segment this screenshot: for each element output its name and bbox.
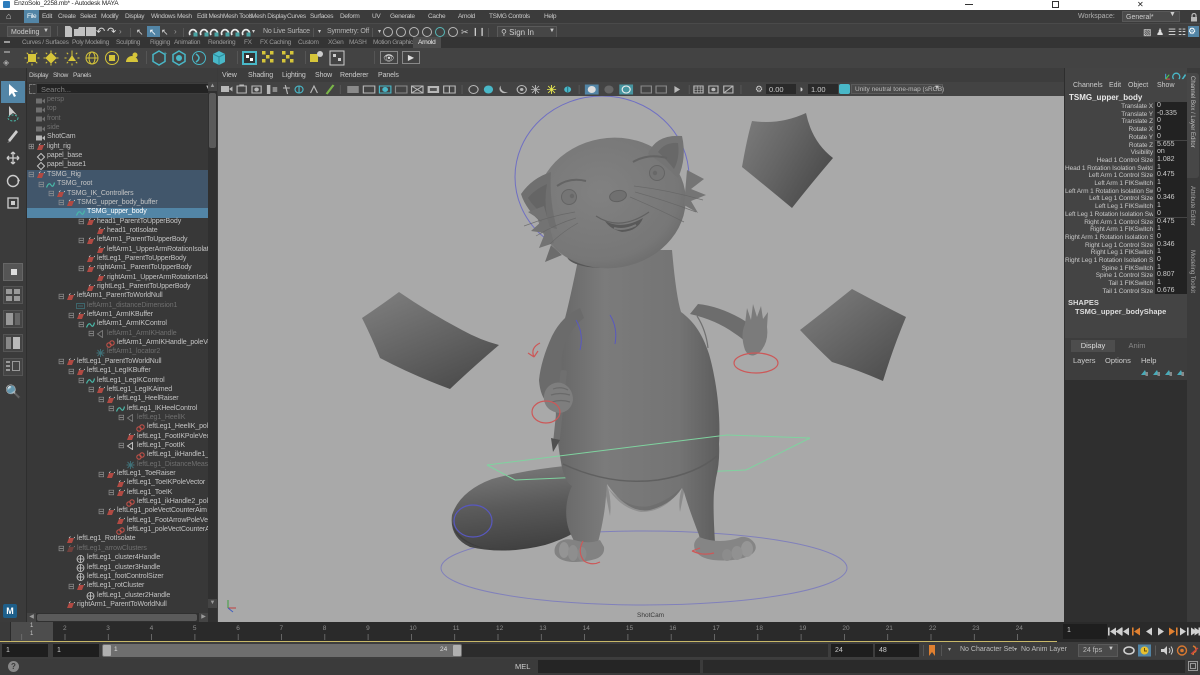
svg-text:23: 23 [972, 625, 980, 632]
svg-text:19: 19 [799, 625, 807, 632]
svg-text:15: 15 [626, 625, 634, 632]
svg-text:24: 24 [1016, 625, 1024, 632]
svg-text:7: 7 [280, 625, 284, 632]
svg-text:21: 21 [886, 625, 894, 632]
svg-text:11: 11 [453, 625, 460, 632]
svg-text:6: 6 [236, 625, 240, 632]
svg-text:2: 2 [63, 625, 67, 632]
svg-text:ShotCam: ShotCam [637, 612, 664, 619]
svg-text:16: 16 [669, 625, 677, 632]
svg-text:5: 5 [193, 625, 197, 632]
svg-text:22: 22 [929, 625, 937, 632]
svg-text:4: 4 [150, 625, 154, 632]
svg-text:3: 3 [106, 625, 110, 632]
svg-text:18: 18 [756, 625, 764, 632]
svg-text:20: 20 [842, 625, 850, 632]
svg-text:10: 10 [409, 625, 417, 632]
svg-text:+: + [163, 51, 167, 58]
svg-text:9: 9 [366, 625, 370, 632]
svg-text:14: 14 [583, 625, 591, 632]
svg-text:13: 13 [539, 625, 547, 632]
svg-text:8: 8 [323, 625, 327, 632]
svg-text:17: 17 [713, 625, 721, 632]
svg-text:12: 12 [496, 625, 504, 632]
